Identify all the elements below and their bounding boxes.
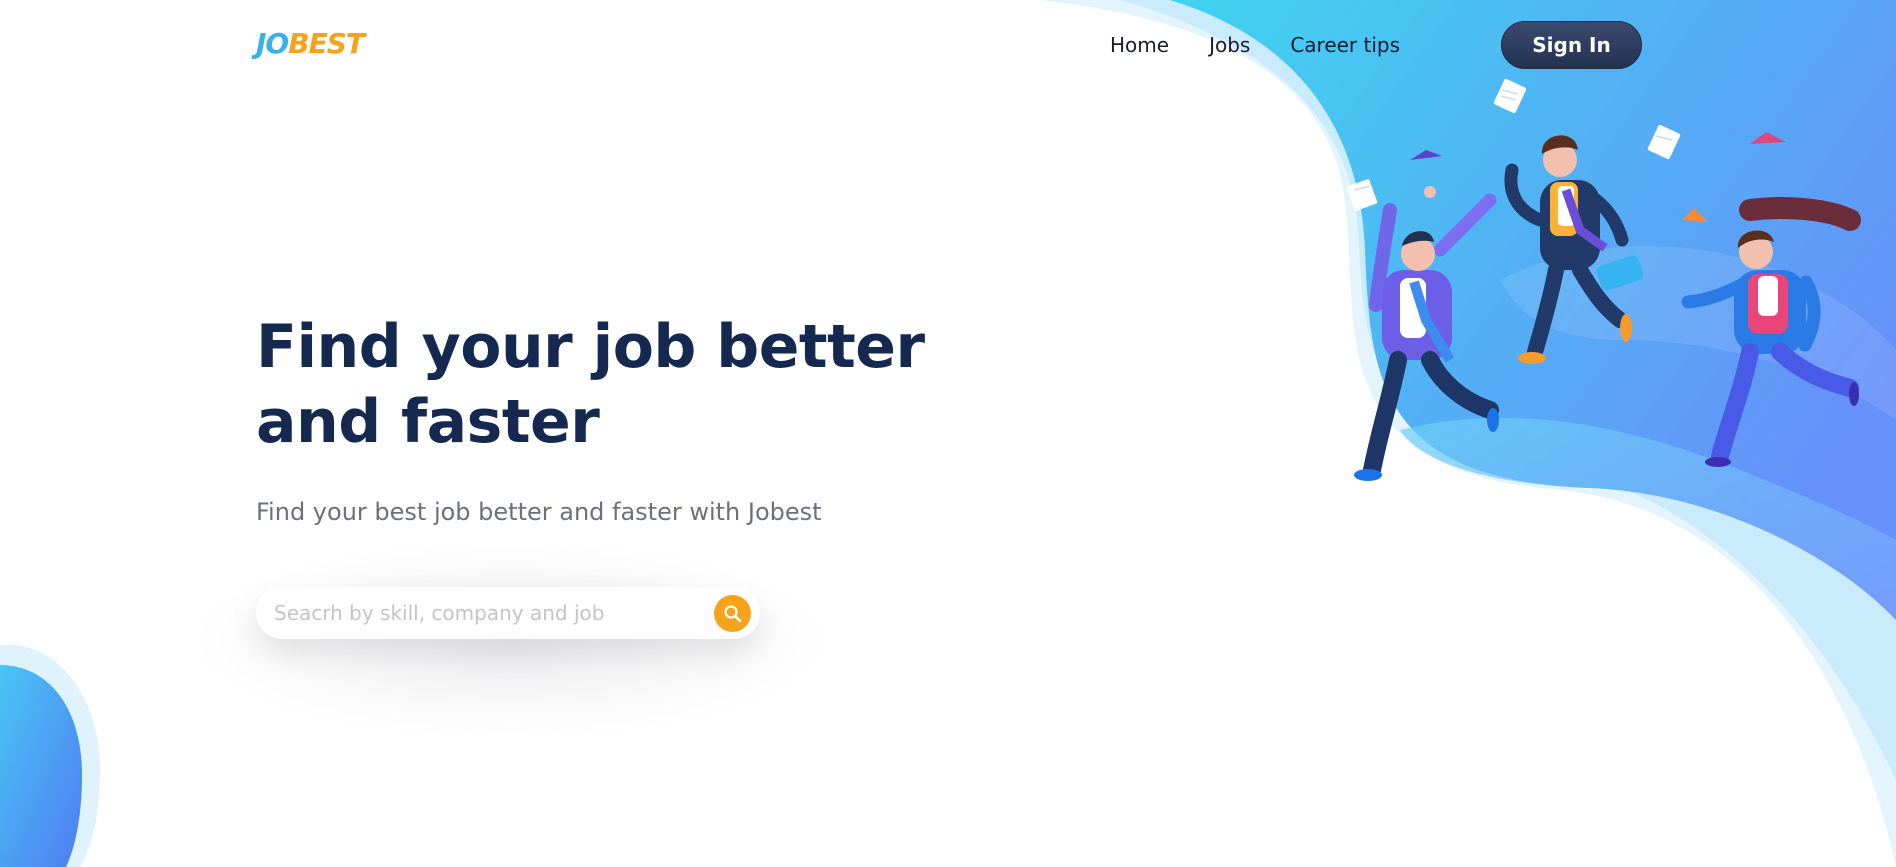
- nav-career-tips-link[interactable]: Career tips: [1290, 30, 1400, 60]
- person-right: [1681, 197, 1861, 467]
- sign-in-button[interactable]: Sign In: [1501, 21, 1642, 69]
- paper-icon: [1493, 78, 1527, 114]
- paper-plane-icon: [1750, 132, 1786, 144]
- paper-plane-icon: [1410, 150, 1442, 160]
- paper-plane-icon: [1682, 208, 1708, 222]
- search-button[interactable]: [714, 595, 751, 632]
- nav-jobs-link[interactable]: Jobs: [1209, 30, 1250, 60]
- search-bar: [256, 587, 760, 639]
- hero-subtitle: Find your best job better and faster wit…: [256, 498, 822, 526]
- hero-title-line1: Find your job better: [256, 312, 925, 382]
- search-input[interactable]: [272, 592, 716, 634]
- search-shadow: [190, 540, 830, 740]
- brand-logo[interactable]: JOBEST: [256, 27, 365, 61]
- nav-home-link[interactable]: Home: [1110, 30, 1169, 60]
- paper-icon: [1647, 124, 1681, 160]
- logo-part-best: BEST: [288, 27, 365, 60]
- landing-page: JOBEST Home Jobs Career tips Sign In Fin…: [0, 0, 1896, 867]
- main-nav: Home Jobs Career tips: [1110, 30, 1400, 60]
- jumping-people-illustration: [1346, 78, 1861, 481]
- paper-icon: [1346, 179, 1378, 211]
- person-middle: [1504, 135, 1644, 364]
- hero-title: Find your job better and faster: [256, 310, 936, 460]
- hero-title-line2: and faster: [256, 387, 600, 457]
- person-left: [1354, 186, 1499, 481]
- search-icon: [723, 604, 741, 622]
- logo-part-jo: JO: [256, 27, 289, 60]
